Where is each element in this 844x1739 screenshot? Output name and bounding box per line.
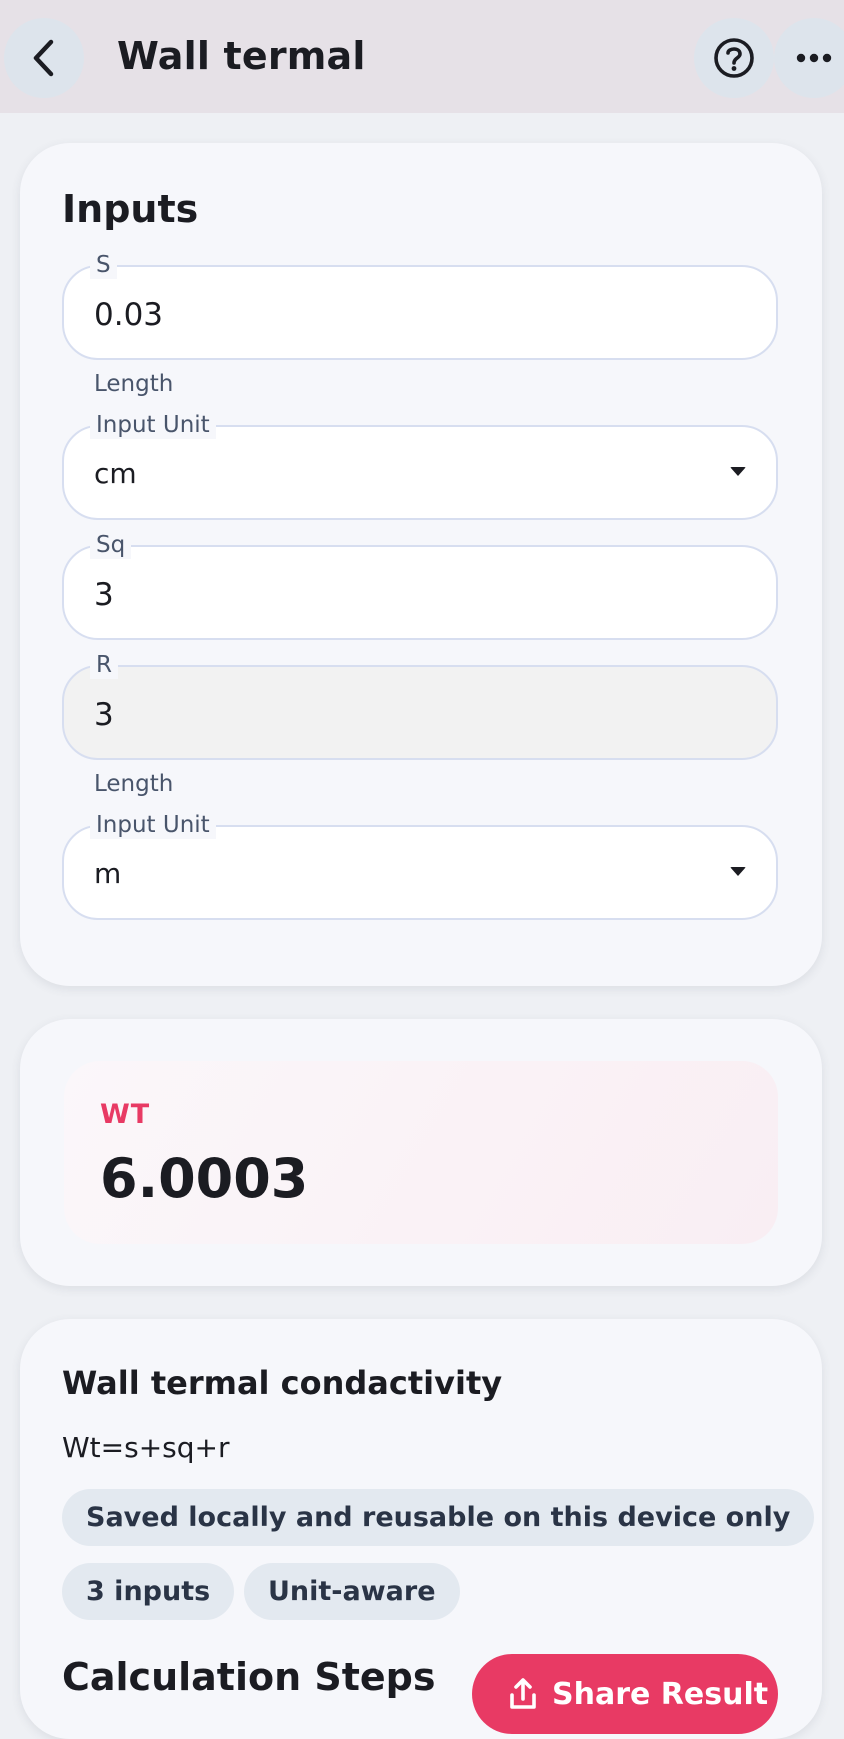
s-unit-helper: Length xyxy=(94,371,174,397)
back-button[interactable] xyxy=(4,18,84,98)
r-input[interactable] xyxy=(94,697,694,733)
inputs-title: Inputs xyxy=(62,187,199,231)
formula-title: Wall termal condactivity xyxy=(62,1364,503,1402)
s-input[interactable] xyxy=(94,297,694,333)
calculation-steps-title: Calculation Steps xyxy=(62,1655,436,1699)
s-unit-value: cm xyxy=(94,457,137,490)
sq-input[interactable] xyxy=(94,577,694,613)
saved-locally-chip: Saved locally and reusable on this devic… xyxy=(62,1489,815,1546)
chevron-left-icon xyxy=(33,39,54,77)
r-field-label: R xyxy=(90,651,118,679)
r-unit-select[interactable]: Input Unit m xyxy=(62,811,778,920)
dropdown-arrow-icon xyxy=(730,467,746,476)
result-value: 6.0003 xyxy=(100,1147,309,1210)
r-unit-value: m xyxy=(94,857,122,890)
inputs-count-chip: 3 inputs xyxy=(62,1563,235,1620)
result-card: WT 6.0003 xyxy=(20,1019,822,1286)
s-field-label: S xyxy=(90,251,117,279)
share-icon xyxy=(510,1678,536,1709)
more-horizontal-icon xyxy=(796,53,832,63)
sq-field[interactable]: Sq xyxy=(62,531,778,640)
help-button[interactable] xyxy=(694,18,774,98)
formula-expression: Wt=s+sq+r xyxy=(62,1431,230,1464)
formula-card: Wall termal condactivity Wt=s+sq+r Saved… xyxy=(20,1319,822,1739)
s-unit-label: Input Unit xyxy=(90,411,216,439)
sq-field-label: Sq xyxy=(90,531,132,559)
result-panel: WT 6.0003 xyxy=(64,1061,778,1244)
inputs-card: Inputs S Length Input Unit cm Sq R Lengt… xyxy=(20,143,822,986)
share-result-label: Share Result xyxy=(552,1676,769,1712)
page-title: Wall termal xyxy=(117,34,366,78)
r-field[interactable]: R xyxy=(62,651,778,760)
s-field[interactable]: S xyxy=(62,251,778,360)
help-circle-icon xyxy=(714,38,754,78)
share-result-button[interactable]: Share Result xyxy=(472,1654,778,1734)
more-button[interactable] xyxy=(774,18,844,98)
r-unit-helper: Length xyxy=(94,771,174,797)
result-label: WT xyxy=(100,1099,151,1130)
unit-aware-chip: Unit-aware xyxy=(244,1563,460,1620)
s-unit-select[interactable]: Input Unit cm xyxy=(62,411,778,520)
r-unit-label: Input Unit xyxy=(90,811,216,839)
dropdown-arrow-icon xyxy=(730,867,746,876)
app-bar: Wall termal xyxy=(0,0,844,113)
